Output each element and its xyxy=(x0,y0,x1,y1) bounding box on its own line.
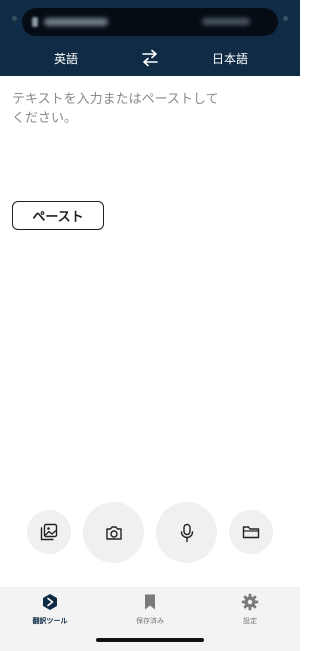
text-input-placeholder[interactable]: テキストを入力またはペーストしてください。 xyxy=(12,90,222,128)
blurred-icon xyxy=(32,17,38,27)
tab-label: 翻訳ツール xyxy=(32,617,68,625)
gear-icon xyxy=(241,593,259,611)
camera-button[interactable] xyxy=(83,502,144,563)
tab-label: 設定 xyxy=(243,617,257,625)
home-indicator xyxy=(96,638,204,642)
tab-translate[interactable]: 翻訳ツール xyxy=(0,587,100,635)
swap-arrows-icon[interactable] xyxy=(140,49,160,67)
tab-saved[interactable]: 保存済み xyxy=(100,587,200,635)
edge-dot xyxy=(283,16,288,21)
translate-logo-icon xyxy=(43,594,57,610)
folder-button[interactable] xyxy=(229,510,273,554)
image-button[interactable] xyxy=(27,510,71,554)
blurred-text xyxy=(44,18,108,26)
microphone-icon xyxy=(180,523,193,542)
status-pill xyxy=(22,8,278,36)
image-icon xyxy=(40,523,58,541)
bookmark-icon xyxy=(145,594,155,610)
target-language-button[interactable]: 日本語 xyxy=(212,50,248,67)
edge-dot xyxy=(12,16,17,21)
tab-settings[interactable]: 設定 xyxy=(200,587,300,635)
microphone-button[interactable] xyxy=(156,502,217,563)
folder-icon xyxy=(242,526,260,539)
paste-button[interactable]: ペースト xyxy=(12,201,104,230)
source-language-button[interactable]: 英語 xyxy=(54,50,78,67)
blurred-text xyxy=(202,18,250,25)
tab-label: 保存済み xyxy=(136,617,164,625)
camera-icon xyxy=(105,525,122,540)
header-bar: 英語 日本語 xyxy=(0,0,300,76)
